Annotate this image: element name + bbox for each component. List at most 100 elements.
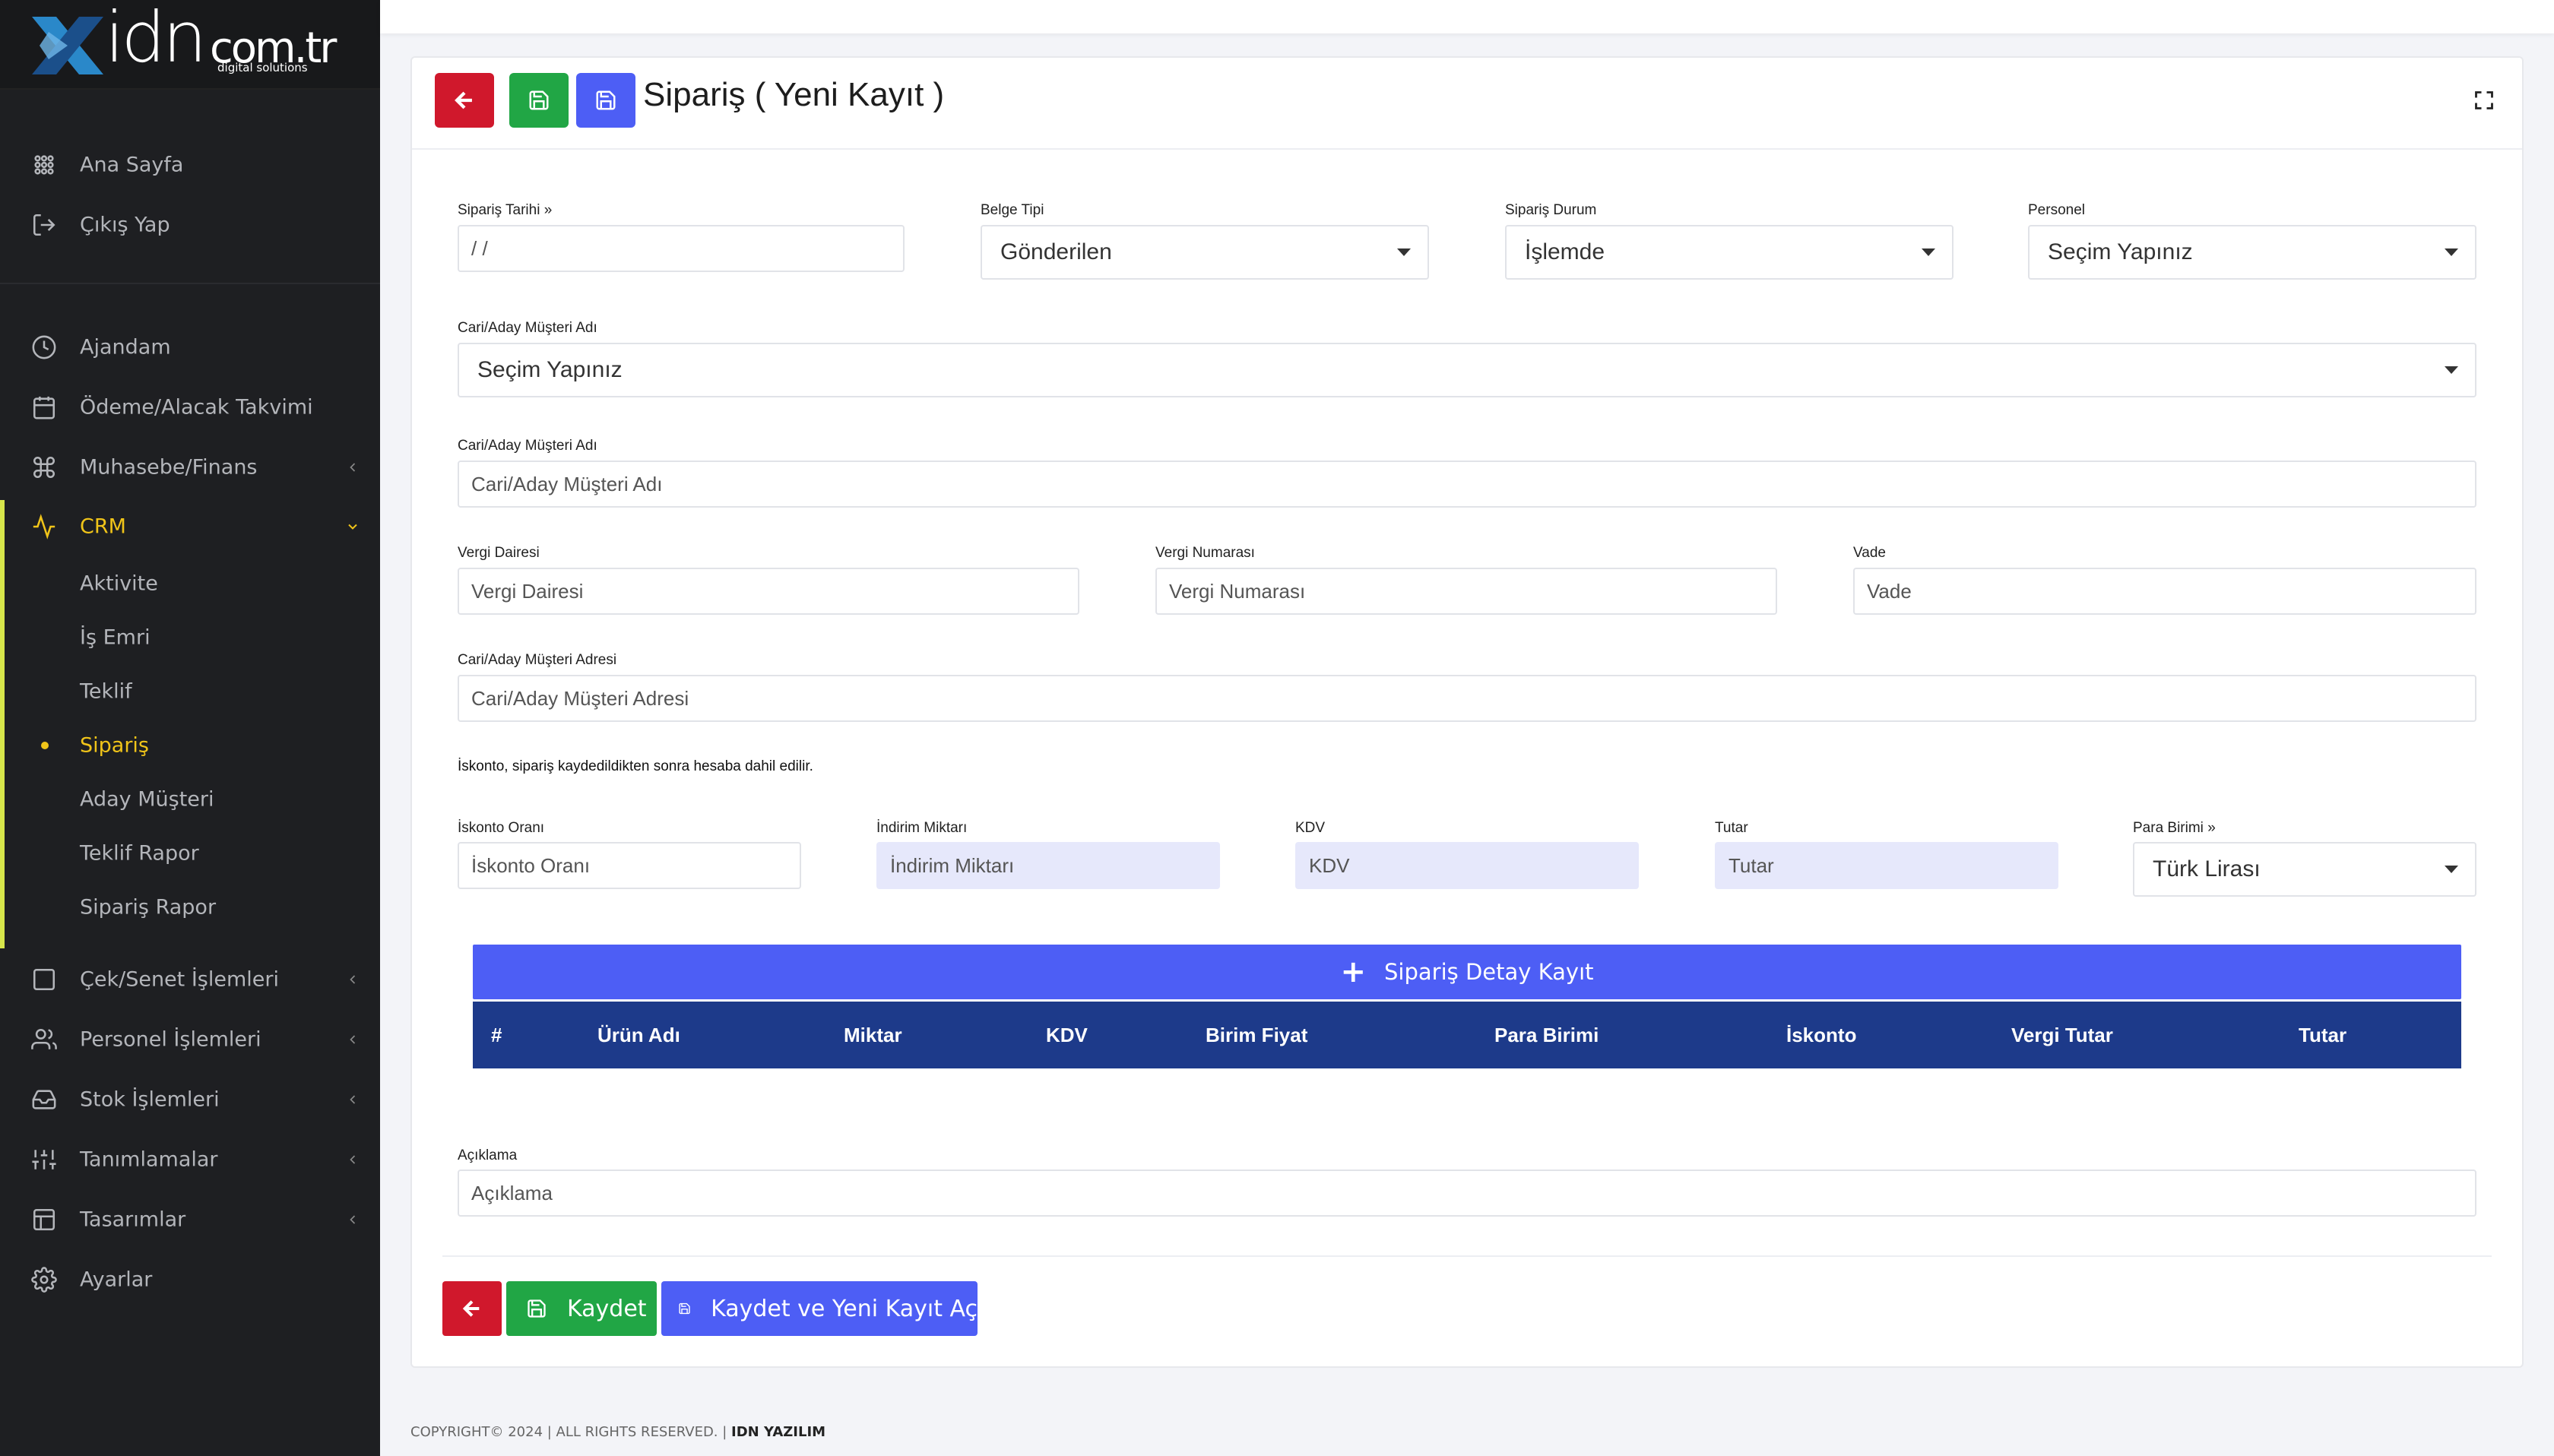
save-new-button[interactable]: Kaydet ve Yeni Kayıt Aç [661,1281,978,1336]
tutar-label: Tutar [1715,820,1748,836]
sidebar-item-muhasebe-finans[interactable]: Muhasebe/Finans [0,441,380,494]
vergi-dairesi-label: Vergi Dairesi [458,545,540,561]
sidebar-item-label: Çıkış Yap [80,213,170,237]
detail-table-header: # Ürün Adı Miktar KDV Birim Fiyat Para B… [473,1002,2461,1068]
save-icon [596,90,616,110]
kdv-input: KDV [1295,842,1639,889]
logo-mark-icon [26,9,109,82]
sidebar-item-odeme-alacak[interactable]: Ödeme/Alacak Takvimi [0,381,380,434]
sidebar-subitem-aktivite[interactable]: Aktivite [0,561,380,606]
square-icon [30,966,58,993]
sidebar-subitem-siparis-rapor[interactable]: Sipariş Rapor [0,885,380,930]
top-navbar [380,0,2554,33]
siparis-tarihi-field[interactable]: / / [458,225,905,272]
layout-icon [30,1206,58,1233]
vergi-numarasi-input[interactable]: Vergi Numarası [1155,568,1777,615]
sidebar-item-cikis-yap[interactable]: Çıkış Yap [0,198,380,252]
back-button[interactable] [435,73,494,128]
siparis-tarihi-label: Sipariş Tarihi » [458,202,553,218]
vergi-dairesi-input[interactable]: Vergi Dairesi [458,568,1079,615]
siparis-durum-select[interactable]: İşlemde [1505,225,1954,280]
sidebar-item-label: Tanımlamalar [80,1147,218,1172]
sidebar-item-tasarimlar[interactable]: Tasarımlar [0,1193,380,1246]
column-header: İskonto [1786,1024,1857,1046]
fullscreen-icon[interactable] [2473,90,2495,111]
cari-adi-label: Cari/Aday Müşteri Adı [458,438,597,454]
column-header: Ürün Adı [597,1024,680,1046]
save-new-button-label: Kaydet ve Yeni Kayıt Aç [711,1295,978,1322]
arrow-left-icon [462,1300,480,1317]
sidebar-item-label: Ajandam [80,335,171,359]
indirim-miktari-input: İndirim Miktarı [876,842,1220,889]
column-header: Tutar [2299,1024,2347,1046]
select-value: İşlemde [1525,239,1605,264]
iskonto-orani-input[interactable]: İskonto Oranı [458,842,801,889]
calendar-icon [30,394,58,421]
para-birimi-select[interactable]: Türk Lirası [2133,842,2476,897]
personel-label: Personel [2028,202,2085,218]
sidebar-subitem-teklif-rapor[interactable]: Teklif Rapor [0,831,380,876]
command-icon [30,454,58,481]
personel-select[interactable]: Seçim Yapınız [2028,225,2476,280]
chevron-left-icon [345,972,360,987]
select-value: Gönderilen [1000,239,1112,264]
save-icon [679,1302,690,1315]
chevron-left-icon [345,1152,360,1167]
sidebar-item-label: Çek/Senet İşlemleri [80,967,279,992]
logo[interactable]: idn com.tr digital solutions [0,0,380,90]
vade-input[interactable]: Vade [1853,568,2476,615]
chevrons-down-icon: » [543,202,553,218]
sidebar-subitem-aday-musteri[interactable]: Aday Müşteri [0,777,380,822]
cari-select[interactable]: Seçim Yapınız [458,343,2476,397]
arrow-left-icon [455,91,472,109]
belge-tipi-select[interactable]: Gönderilen [981,225,1429,280]
header-divider [412,148,2522,150]
dashboard-icon [30,151,58,179]
sidebar-item-stok[interactable]: Stok İşlemleri [0,1073,380,1126]
sidebar-item-personel[interactable]: Personel İşlemleri [0,1013,380,1066]
aciklama-input[interactable]: Açıklama [458,1170,2476,1217]
cari-adresi-input[interactable]: Cari/Aday Müşteri Adresi [458,675,2476,722]
sidebar-subitem-teklif[interactable]: Teklif [0,669,380,714]
caret-down-icon [2445,248,2458,256]
sidebar-item-ajandam[interactable]: Ajandam [0,321,380,374]
save-button-top[interactable] [509,73,569,128]
siparis-detay-kayit-button[interactable]: + Sipariş Detay Kayıt [473,945,2461,999]
save-icon [529,90,549,110]
column-header: Vergi Tutar [2011,1024,2113,1046]
sidebar-subitem-is-emri[interactable]: İş Emri [0,615,380,660]
cari-adi-input[interactable]: Cari/Aday Müşteri Adı [458,461,2476,508]
save-new-button-top[interactable] [576,73,635,128]
iskonto-orani-label: İskonto Oranı [458,820,545,836]
sidebar-item-label: Tasarımlar [80,1208,186,1232]
sidebar-item-crm[interactable]: CRM [0,500,380,553]
iskonto-note: İskonto, sipariş kaydedildikten sonra he… [458,758,813,774]
chevron-left-icon [345,460,360,475]
back-button-bottom[interactable] [442,1281,502,1336]
sliders-icon [30,1146,58,1173]
subitem-label: Sipariş Rapor [80,895,217,919]
sidebar-item-tanimlamalar[interactable]: Tanımlamalar [0,1133,380,1186]
logo-tagline: digital solutions [217,61,308,74]
vergi-numarasi-label: Vergi Numarası [1155,545,1255,561]
column-header: # [491,1024,502,1046]
sidebar-item-ana-sayfa[interactable]: Ana Sayfa [0,138,380,191]
sidebar-subitem-siparis[interactable]: Sipariş [0,723,380,768]
select-value: Seçim Yapınız [2048,239,2193,264]
sidebar: idn com.tr digital solutions Ana Sayfa Ç… [0,0,380,1456]
detail-button-label: Sipariş Detay Kayıt [1384,959,1594,985]
sidebar-divider [0,283,380,284]
sidebar-item-ayarlar[interactable]: Ayarlar [0,1253,380,1306]
indirim-miktari-label: İndirim Miktarı [876,820,968,836]
chevron-left-icon [345,1032,360,1047]
column-header: Birim Fiyat [1206,1024,1308,1046]
activity-icon [30,513,58,540]
kdv-label: KDV [1295,820,1326,836]
footer-divider [442,1255,2492,1257]
sidebar-item-cek-senet[interactable]: Çek/Senet İşlemleri [0,953,380,1006]
subitem-label: Teklif [80,679,132,704]
subitem-label: Teklif Rapor [80,841,199,866]
save-button[interactable]: Kaydet [506,1281,657,1336]
subitem-label: Aktivite [80,571,158,596]
siparis-durum-label: Sipariş Durum [1505,202,1597,218]
